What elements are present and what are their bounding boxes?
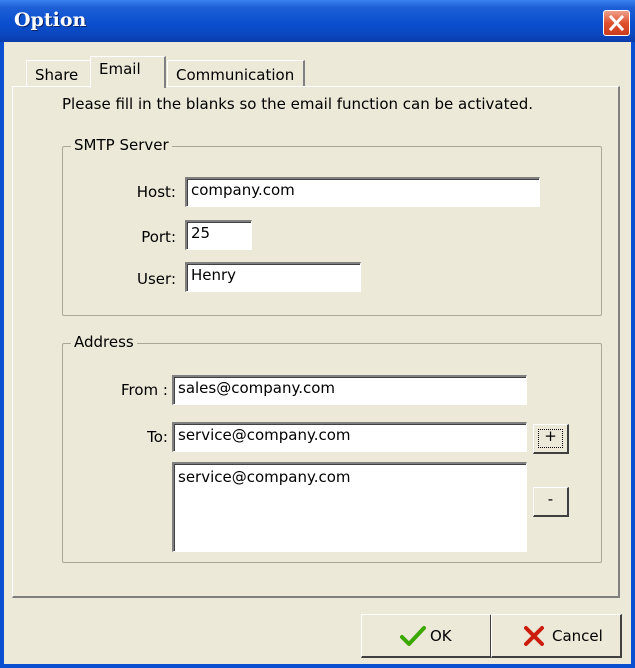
window-frame-left	[0, 42, 4, 668]
x-icon	[524, 626, 544, 646]
port-label: Port:	[141, 228, 176, 246]
from-input[interactable]: sales@company.com	[172, 375, 527, 405]
tab-share[interactable]: Share	[26, 60, 94, 88]
tab-communication[interactable]: Communication	[167, 60, 305, 88]
address-group-label: Address	[71, 333, 137, 351]
focus-ring	[538, 429, 563, 448]
host-label: Host:	[136, 183, 176, 201]
user-label: User:	[137, 270, 176, 288]
remove-recipient-label: -	[547, 490, 554, 508]
window-title: Option	[14, 9, 87, 31]
tab-email-label: Email	[99, 60, 141, 78]
ok-button[interactable]: OK	[361, 614, 492, 658]
add-recipient-button[interactable]: +	[533, 424, 569, 454]
tab-communication-label: Communication	[176, 66, 295, 84]
tab-share-label: Share	[35, 66, 79, 84]
recipient-list-item[interactable]: service@company.com	[178, 468, 522, 486]
intro-text: Please fill in the blanks so the email f…	[62, 95, 533, 113]
title-bar: Option	[0, 0, 635, 42]
smtp-server-group-label: SMTP Server	[71, 136, 172, 154]
cancel-label: Cancel	[552, 627, 603, 645]
cancel-button[interactable]: Cancel	[491, 614, 622, 658]
ok-label: OK	[430, 627, 452, 645]
port-input[interactable]: 25	[185, 220, 252, 250]
window-frame-bottom	[0, 664, 635, 668]
user-input[interactable]: Henry	[185, 262, 361, 292]
checkmark-icon	[400, 626, 426, 646]
from-label: From :	[121, 381, 168, 399]
window-frame-right	[631, 42, 635, 668]
to-label: To:	[147, 428, 168, 446]
to-input[interactable]: service@company.com	[172, 422, 527, 452]
remove-recipient-button[interactable]: -	[533, 487, 569, 517]
close-button[interactable]	[603, 10, 630, 36]
close-icon	[608, 14, 625, 32]
host-input[interactable]: company.com	[185, 177, 540, 207]
tab-email[interactable]: Email	[90, 56, 166, 88]
recipients-list[interactable]: service@company.com	[172, 462, 527, 552]
